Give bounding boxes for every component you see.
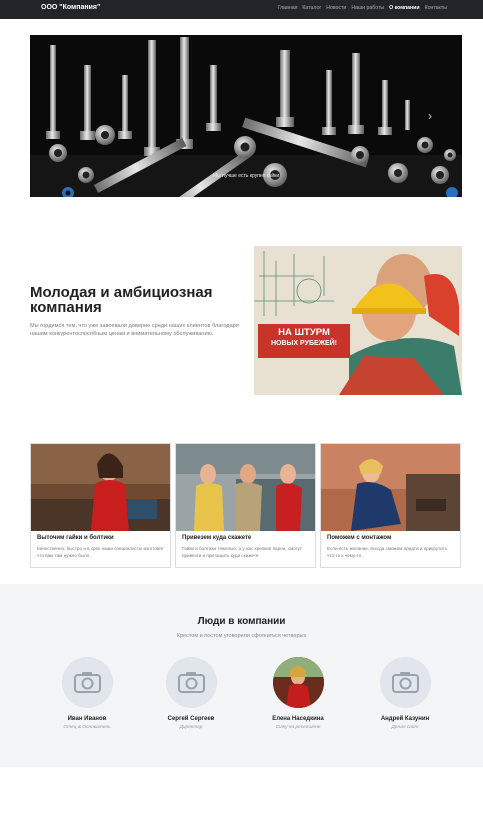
chevron-right-icon[interactable]: › [428, 109, 432, 123]
card-text: Гайки и болтики тяжелые, а у нас крепкие… [182, 546, 302, 558]
service-card[interactable]: Привезем куда скажете Гайки и болтики тя… [175, 443, 316, 568]
card-text: Если есть желание, всегда сможем придти … [327, 546, 448, 558]
person-card: Сергей Сергеев Директор [141, 657, 241, 730]
person-name: Иван Иванов [67, 716, 107, 722]
people-subtitle: Крестом и постом уговорили сфоткаться че… [176, 633, 307, 639]
nav-link-contacts[interactable]: Контакты [425, 5, 447, 11]
camera-placeholder-icon [379, 657, 431, 708]
person-name: Елена Наседкина [272, 716, 324, 722]
nav-link-home[interactable]: Главная [278, 5, 298, 11]
about-title: Молодая и амбициозная компания [30, 284, 213, 316]
portrait-photo [272, 657, 324, 708]
carousel-caption: Мы лучше есть крупно гайки [212, 173, 280, 179]
nav-link-catalog[interactable]: Каталог [302, 5, 321, 11]
person-role: Сижу на ресепшене [275, 725, 321, 730]
person-role: Отец & Основатель [63, 725, 111, 730]
person-card: Иван Иванов Отец & Основатель [37, 657, 137, 730]
card-title: Привезем куда скажете [182, 535, 252, 541]
card-image [176, 444, 315, 531]
navbar: ООО "Компания" Главная Каталог Новости Н… [0, 0, 483, 19]
poster-slogan-line2: НОВЫХ РУБЕЖЕЙ! [270, 340, 337, 347]
person-card: Елена Наседкина Сижу на ресепшене [248, 657, 348, 730]
card-title: Выточим гайки и болтики [37, 535, 114, 541]
nav-link-works[interactable]: Наши работы [351, 5, 384, 11]
person-name: Сергей Сергеев [167, 716, 215, 722]
person-role: Делал сайт [391, 725, 419, 730]
service-card[interactable]: Поможем с монтажом Если есть желание, вс… [320, 443, 461, 568]
service-card[interactable]: Выточим гайки и болтики Качественно, быс… [30, 443, 171, 568]
camera-placeholder-icon [61, 657, 113, 708]
hero-carousel[interactable]: Мы лучше есть крупно гайки › [30, 35, 462, 197]
person-name: Андрей Казунин [380, 716, 430, 722]
card-text: Качественно, быстро и в срок наши специа… [37, 546, 164, 558]
brand-logo[interactable]: ООО "Компания" [41, 4, 100, 11]
person-card: Андрей Казунин Делал сайт [355, 657, 455, 730]
soviet-poster-image: НА ШТУРМ НОВЫХ РУБЕЖЕЙ! [254, 246, 462, 395]
about-text: Мы гордимся тем, что уже завоевали довер… [30, 323, 239, 337]
people-title: Люди в компании [197, 616, 286, 627]
camera-placeholder-icon [165, 657, 217, 708]
poster-slogan: НА ШТУРМ НОВЫХ РУБЕЖЕЙ! [258, 327, 350, 349]
poster-slogan-line1: НА ШТУРМ [278, 327, 330, 338]
card-image [31, 444, 170, 531]
card-image [321, 444, 460, 531]
nav-links: Главная Каталог Новости Наши работы О ко… [278, 5, 447, 11]
nav-link-news[interactable]: Новости [326, 5, 346, 11]
nav-link-about[interactable]: О компании [389, 5, 419, 11]
card-title: Поможем с монтажом [327, 535, 392, 541]
person-role: Директор [179, 725, 203, 730]
